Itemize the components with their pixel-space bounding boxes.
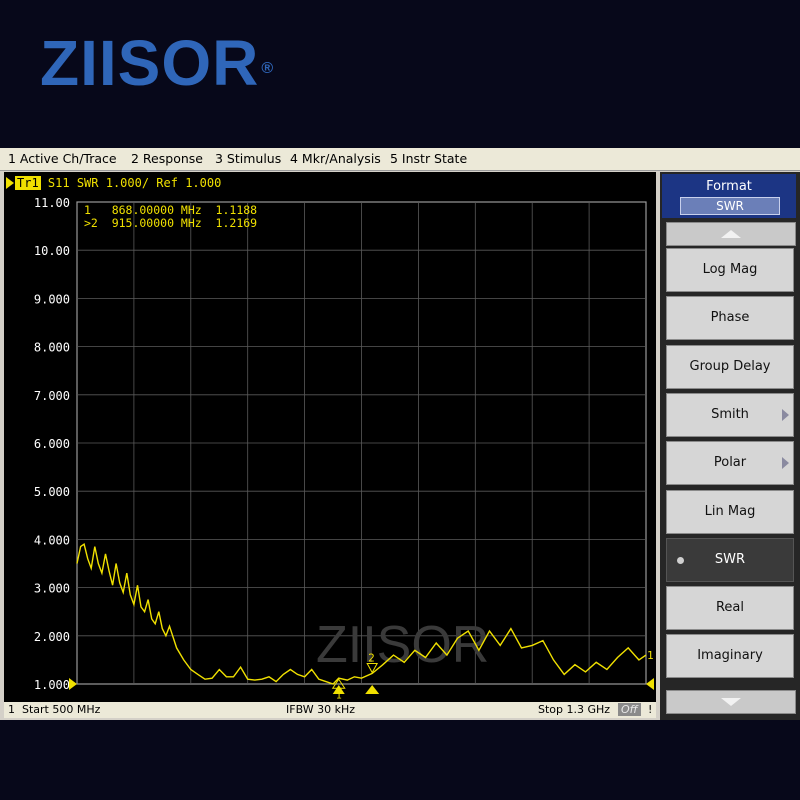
ref-level-left-arrow-icon [69,678,77,690]
softkey-label: Lin Mag [704,503,756,519]
format-value: SWR [680,197,780,215]
y-tick-label: 7.000 [34,389,70,403]
status-channel: 1 [8,703,15,716]
arrow-down-icon [721,698,741,706]
submenu-arrow-icon [782,408,789,421]
marker-2-stimulus-icon [365,685,380,694]
softkey-panel: Format SWR Log Mag Phase Group Delay Smith P… [660,172,800,720]
marker-2-label: 2 [368,652,375,665]
softkey-smith[interactable]: Smith [666,392,794,437]
submenu-arrow-icon [782,457,789,470]
marker-2-readout: >2 915.00000 MHz 1.2169 [84,216,258,230]
softkey-real[interactable]: Real [666,586,794,631]
softkey-label: Polar [713,455,747,471]
ref-level-right-arrow-icon [646,678,654,690]
y-tick-label: 9.000 [34,292,70,306]
format-title: Format [706,179,752,194]
y-tick-labels: 11.00 10.00 9.000 8.000 7.000 6.000 5.000 4.000… [34,196,70,692]
y-tick-label: 8.000 [34,341,70,355]
softkey-label: Real [715,600,745,616]
y-tick-label: 11.00 [34,196,70,210]
analyzer-window: 1 Active Ch/Trace 2 Response 3 Stimulus … [0,148,800,720]
y-tick-label: 4.000 [34,533,70,547]
trace-end-label: 1 [647,649,654,662]
softkey-label: Phase [710,310,750,326]
status-start[interactable]: Start 500 MHz [22,703,100,716]
softkey-polar[interactable]: Polar [666,441,794,486]
trace-display[interactable]: Tr1 S11 SWR 1.000/ Ref 1.000 11.00 10.00 9… [4,172,656,702]
arrow-up-icon [721,230,741,238]
format-menu-header[interactable]: Format SWR [662,174,796,218]
softkey-log-mag[interactable]: Log Mag [666,248,794,292]
softkey-label: Log Mag [702,262,758,277]
softkey-label: SWR [714,551,746,567]
status-ifbw[interactable]: IFBW 30 kHz [286,703,355,716]
plot-grid [76,201,647,685]
softkey-phase[interactable]: Phase [666,296,794,341]
softkey-imaginary[interactable]: Imaginary [666,634,794,679]
marker-1-label: 1 [336,690,342,701]
y-tick-label: 1.000 [34,678,70,692]
marker-readout: 1 868.00000 MHz 1.1188 >2 915.00000 MHz 1… [84,204,257,230]
softkey-swr[interactable]: SWR [666,537,794,582]
status-stop[interactable]: Stop 1.3 GHz [538,703,610,716]
brand-logo: ZIISOR ® [40,27,275,99]
menu-bar: 1 Active Ch/Trace 2 Response 3 Stimulus … [0,148,800,171]
registered-mark: ® [261,60,275,77]
softkey-label: Group Delay [689,358,771,374]
watermark-text: ZIISOR [316,616,489,674]
y-tick-label: 10.00 [34,244,70,258]
selected-dot-icon [677,556,684,564]
status-off[interactable]: Off [618,703,641,716]
y-tick-label: 3.000 [34,582,70,596]
softkey-label: Imaginary [697,648,763,664]
swr-plot: 11.00 10.00 9.000 8.000 7.000 6.000 5.000 4.000… [34,196,654,701]
softkey-label: Smith [711,406,749,422]
status-bang: ! [648,703,653,716]
menu-stimulus[interactable]: 3 Stimulus [215,151,281,166]
menu-instr-state[interactable]: 5 Instr State [390,151,467,166]
softkey-lin-mag[interactable]: Lin Mag [666,489,794,534]
menu-mkr-analysis[interactable]: 4 Mkr/Analysis [290,151,381,166]
scroll-down-button[interactable] [666,690,796,714]
y-tick-label: 6.000 [34,437,70,451]
menu-active-ch-trace[interactable]: 1 Active Ch/Trace [8,151,117,166]
y-tick-label: 2.000 [34,630,70,644]
menu-response[interactable]: 2 Response [131,151,203,166]
scroll-up-button[interactable] [666,222,796,246]
y-tick-label: 5.000 [34,485,70,499]
status-bar: 1 Start 500 MHz IFBW 30 kHz Stop 1.3 GHz… [4,702,656,718]
softkey-group-delay[interactable]: Group Delay [666,344,794,389]
